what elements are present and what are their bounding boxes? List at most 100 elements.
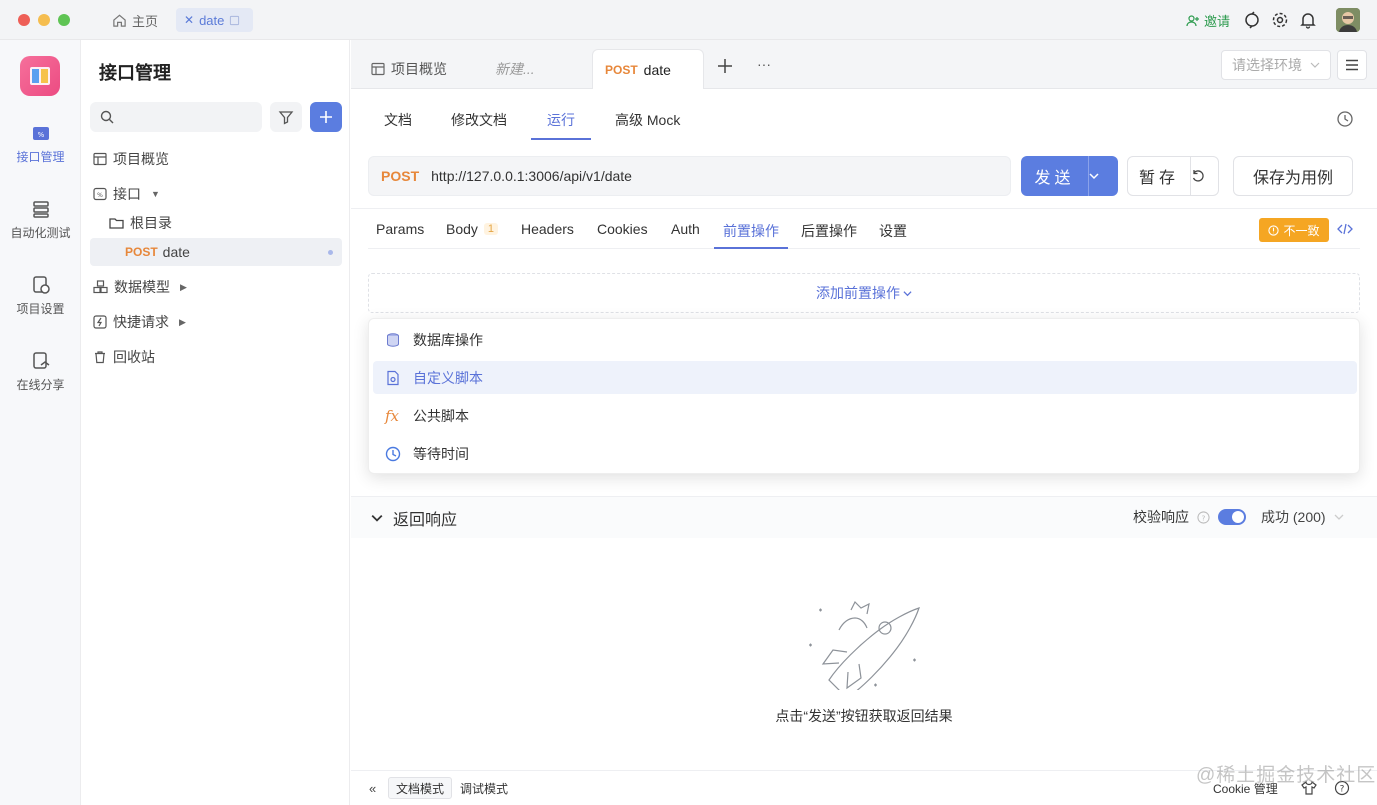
menu-item-custom-script[interactable]: 自定义脚本 <box>373 361 1357 394</box>
tree-item-root-folder[interactable]: 根目录 <box>109 209 172 237</box>
subtab-edit-doc[interactable]: 修改文档 <box>451 110 507 130</box>
new-tab-plus-icon[interactable] <box>717 58 733 74</box>
close-window-button[interactable] <box>18 14 30 26</box>
subtab-run[interactable]: 运行 <box>547 110 575 130</box>
method-tag: POST <box>125 245 158 259</box>
rail-item-label: 在线分享 <box>16 378 65 392</box>
send-options-dropdown[interactable] <box>1088 156 1118 196</box>
subtab-advanced-mock[interactable]: 高级 Mock <box>615 110 680 130</box>
bell-icon[interactable] <box>1299 11 1317 29</box>
window-tab-label: 主页 <box>132 13 159 29</box>
save-as-case-button[interactable]: 保存为用例 <box>1233 156 1353 196</box>
api-icon: % <box>31 123 51 143</box>
chevron-down-icon <box>1334 512 1344 522</box>
tree-item-api[interactable]: % 接口 ▼ <box>93 180 160 208</box>
collapse-sidebar-icon[interactable]: « <box>369 781 376 796</box>
menu-item-wait-time[interactable]: 等待时间 <box>373 437 1357 470</box>
tree-item-overview[interactable]: 项目概览 <box>93 145 169 173</box>
tree-item-data-models[interactable]: 数据模型 ▶ <box>93 273 187 301</box>
filter-button[interactable] <box>270 102 302 132</box>
response-status-select[interactable]: 成功 (200) <box>1261 507 1344 527</box>
history-icon[interactable] <box>1336 110 1354 128</box>
tab-auth[interactable]: Auth <box>671 221 700 237</box>
reset-button[interactable] <box>1190 156 1218 196</box>
send-button[interactable]: 发送 <box>1021 156 1118 196</box>
tab-label: 设置 <box>879 223 907 239</box>
caret-right-icon[interactable]: ▶ <box>180 282 187 293</box>
caret-right-icon[interactable]: ▶ <box>179 317 186 328</box>
doc-tab-overview[interactable]: 项目概览 <box>359 49 459 89</box>
app-logo[interactable] <box>20 56 60 96</box>
rail-item-automation[interactable]: 自动化测试 <box>0 199 81 241</box>
doc-tab-new[interactable]: 新建... <box>483 49 589 89</box>
rail-item-label: 接口管理 <box>16 150 65 164</box>
rail-item-api-management[interactable]: % 接口管理 <box>0 123 81 165</box>
window-tab-home[interactable]: 主页 <box>106 8 164 32</box>
rail-item-project-settings[interactable]: 项目设置 <box>0 275 81 317</box>
active-tab-underline <box>714 247 788 249</box>
function-icon: fx <box>385 406 400 425</box>
menu-item-label: 自定义脚本 <box>413 369 483 386</box>
url-input[interactable]: POST http://127.0.0.1:3006/api/v1/date <box>368 156 1011 196</box>
main-panel: 项目概览 新建... POST date ··· 请选择环境 文档 修改文档 运… <box>351 40 1377 805</box>
code-icon[interactable] <box>1337 222 1353 236</box>
filter-icon <box>278 109 294 125</box>
close-tab-icon[interactable]: ✕ <box>184 13 194 27</box>
home-icon <box>112 13 127 28</box>
tab-headers[interactable]: Headers <box>521 221 574 237</box>
tab-cookies[interactable]: Cookies <box>597 221 648 237</box>
tab-settings[interactable]: 设置 <box>879 221 907 241</box>
cubes-icon <box>93 280 108 294</box>
add-pre-operation-button[interactable]: 添加前置操作 <box>368 273 1360 313</box>
panel-title: 接口管理 <box>99 63 171 83</box>
verify-toggle[interactable] <box>1218 509 1246 525</box>
minimize-window-button[interactable] <box>38 14 50 26</box>
subtab-doc[interactable]: 文档 <box>384 110 412 130</box>
hamburger-icon <box>1345 59 1359 71</box>
tab-post-operations[interactable]: 后置操作 <box>801 221 857 241</box>
trash-icon <box>93 350 107 364</box>
tree-item-label: 快捷请求 <box>113 314 169 330</box>
more-tabs-button[interactable]: ··· <box>757 56 771 72</box>
window-tab-date[interactable]: ✕ date <box>176 8 253 32</box>
sync-icon[interactable] <box>1243 11 1261 29</box>
caret-down-icon[interactable]: ▼ <box>151 189 160 199</box>
mismatch-badge[interactable]: 不一致 <box>1259 218 1329 242</box>
doc-tab-label: 新建... <box>495 61 535 77</box>
tab-params[interactable]: Params <box>376 221 424 237</box>
doc-tab-active[interactable]: POST date <box>592 49 704 89</box>
environment-select[interactable]: 请选择环境 <box>1221 50 1331 80</box>
reset-icon <box>1191 169 1218 183</box>
add-button[interactable] <box>310 102 342 132</box>
response-toggle[interactable]: 返回响应 <box>371 506 457 530</box>
menu-item-database[interactable]: 数据库操作 <box>373 323 1357 356</box>
avatar[interactable] <box>1336 8 1360 32</box>
rail-item-online-share[interactable]: 在线分享 <box>0 351 81 393</box>
save-temp-button[interactable]: 暂存 <box>1127 156 1219 196</box>
tree-item-label: date <box>162 244 190 260</box>
tree-item-quick-request[interactable]: 快捷请求 ▶ <box>93 308 186 336</box>
help-icon[interactable]: ? <box>1197 510 1210 524</box>
api-icon: % <box>93 187 107 201</box>
tree-item-trash[interactable]: 回收站 <box>93 343 155 371</box>
gear-icon[interactable] <box>1271 11 1289 29</box>
doc-mode-button[interactable]: 文档模式 <box>388 777 453 799</box>
search-input[interactable] <box>90 102 262 132</box>
unsaved-dot <box>328 250 333 255</box>
table-icon <box>93 152 107 166</box>
menu-button[interactable] <box>1337 50 1367 80</box>
invite-button[interactable]: 邀请 <box>1186 11 1230 30</box>
maximize-window-button[interactable] <box>58 14 70 26</box>
external-icon[interactable] <box>229 15 240 26</box>
menu-item-public-script[interactable]: fx 公共脚本 <box>373 399 1357 432</box>
endpoint-label: POST date <box>125 238 190 266</box>
add-user-icon <box>1186 14 1200 28</box>
method-select[interactable]: POST <box>381 168 419 184</box>
debug-mode-button[interactable]: 调试模式 <box>453 777 515 799</box>
lightning-icon <box>93 315 107 329</box>
doc-tab-label: 项目概览 <box>391 61 447 77</box>
tab-pre-operations[interactable]: 前置操作 <box>723 221 779 241</box>
tab-body[interactable]: Body 1 <box>446 221 499 237</box>
url-text[interactable]: http://127.0.0.1:3006/api/v1/date <box>431 168 632 184</box>
menu-item-label: 数据库操作 <box>413 331 483 348</box>
